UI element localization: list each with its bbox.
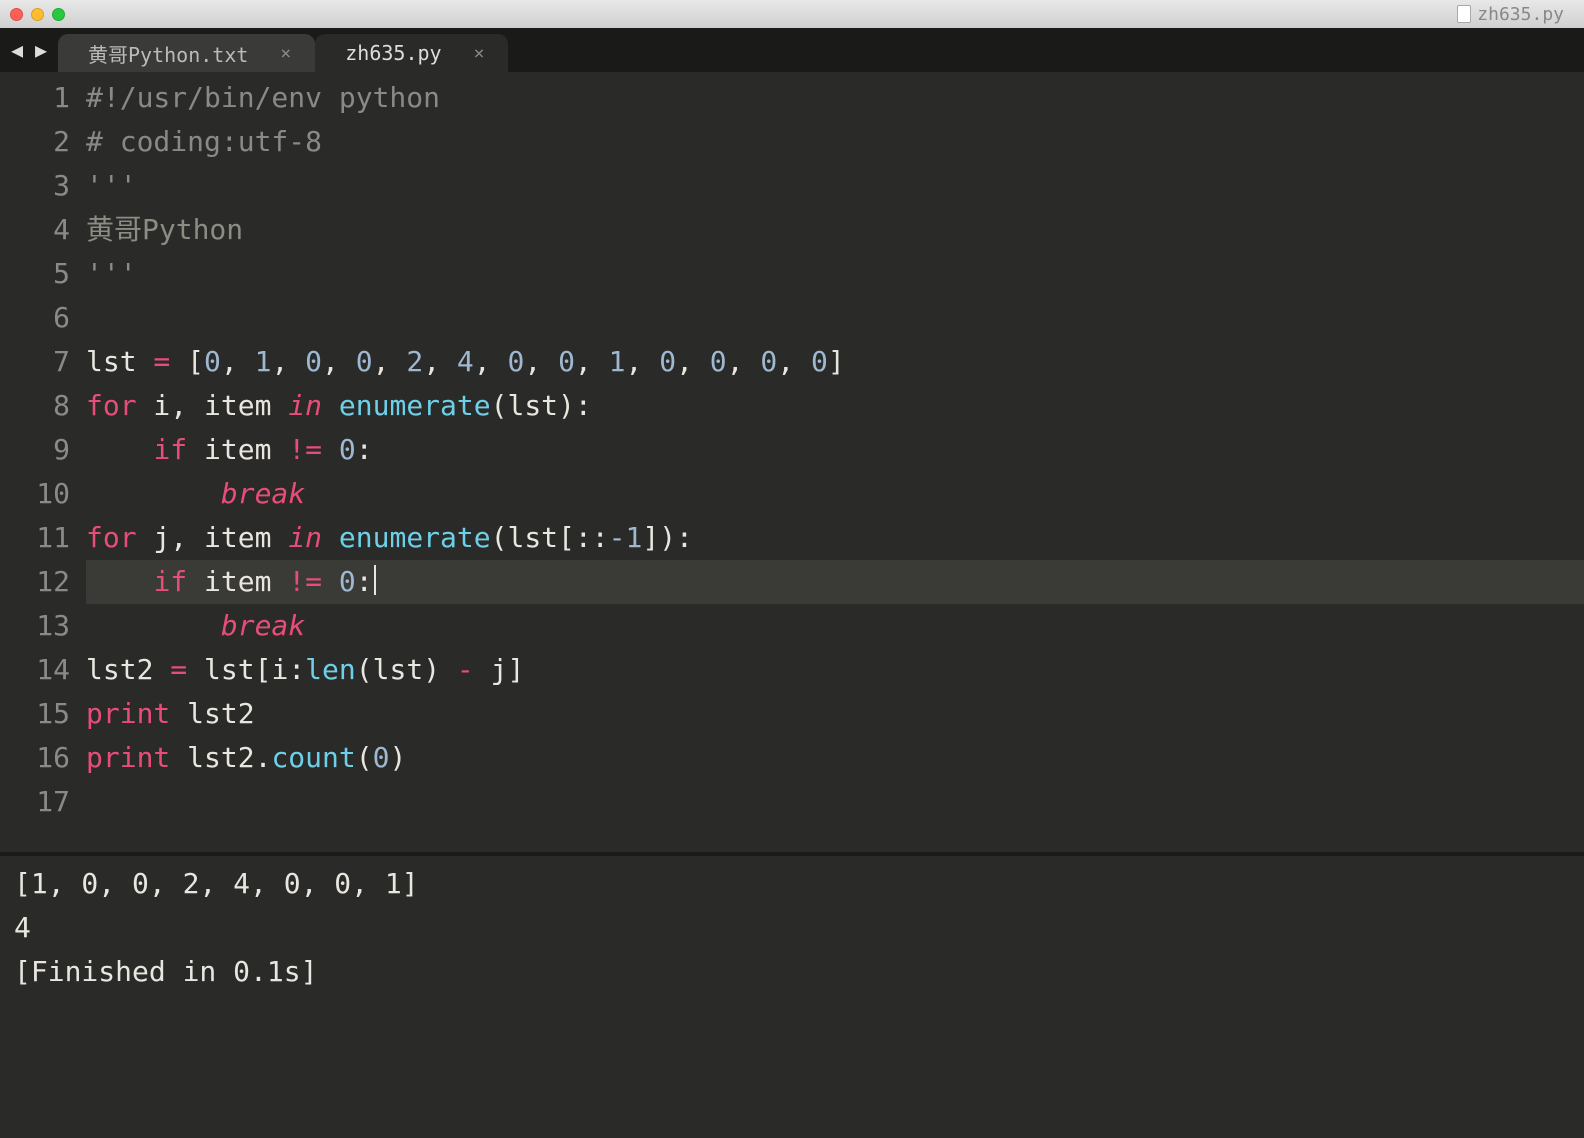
output-line: [1, 0, 0, 2, 4, 0, 0, 1] xyxy=(14,862,1570,906)
number-literal: 0 xyxy=(356,345,373,378)
line-number: 17 xyxy=(0,780,70,824)
close-tab-icon[interactable]: × xyxy=(280,43,291,64)
line-number: 9 xyxy=(0,428,70,472)
build-output-panel[interactable]: [1, 0, 0, 2, 4, 0, 0, 1] 4 [Finished in … xyxy=(0,856,1584,1138)
line-number: 16 xyxy=(0,736,70,780)
close-tab-icon[interactable]: × xyxy=(474,43,485,64)
tab-label: zh635.py xyxy=(345,41,441,65)
code-line: break xyxy=(86,604,1584,648)
line-number: 14 xyxy=(0,648,70,692)
line-number: 13 xyxy=(0,604,70,648)
number-literal: 0 xyxy=(305,345,322,378)
line-number: 1 xyxy=(0,76,70,120)
line-number: 15 xyxy=(0,692,70,736)
code-editor[interactable]: 1 2 3 4 5 6 7 8 9 10 11 12 13 14 15 16 1… xyxy=(0,72,1584,852)
number-literal: 0 xyxy=(760,345,777,378)
list-literal: 0, 1, 0, 0, 2, 4, 0, 0, 1, 0, 0, 0, 0 xyxy=(204,345,828,378)
number-literal: 1 xyxy=(255,345,272,378)
number-literal: 0 xyxy=(507,345,524,378)
code-line: for i, item in enumerate(lst): xyxy=(86,384,1584,428)
comma: , xyxy=(575,345,609,378)
comma: , xyxy=(271,345,305,378)
line-number: 2 xyxy=(0,120,70,164)
number-literal: 2 xyxy=(406,345,423,378)
line-number-gutter: 1 2 3 4 5 6 7 8 9 10 11 12 13 14 15 16 1… xyxy=(0,72,86,852)
code-line: # coding:utf-8 xyxy=(86,120,1584,164)
window-title-text: zh635.py xyxy=(1477,4,1564,25)
comma: , xyxy=(626,345,660,378)
output-line: [Finished in 0.1s] xyxy=(14,950,1570,994)
number-literal: 1 xyxy=(609,345,626,378)
line-number: 12 xyxy=(0,560,70,604)
code-line: 黄哥Python xyxy=(86,208,1584,252)
minimize-window-button[interactable] xyxy=(31,8,44,21)
code-line: print lst2.count(0) xyxy=(86,736,1584,780)
number-literal: 0 xyxy=(659,345,676,378)
document-icon xyxy=(1457,5,1471,23)
window-title: zh635.py xyxy=(1457,4,1564,25)
window-titlebar: zh635.py xyxy=(0,0,1584,28)
number-literal: 0 xyxy=(204,345,221,378)
output-line: 4 xyxy=(14,906,1570,950)
comma: , xyxy=(524,345,558,378)
code-area[interactable]: #!/usr/bin/env python # coding:utf-8 '''… xyxy=(86,72,1584,852)
code-line: if item != 0: xyxy=(86,428,1584,472)
code-line: ''' xyxy=(86,252,1584,296)
text-cursor xyxy=(374,565,376,595)
comma: , xyxy=(373,345,407,378)
code-line: #!/usr/bin/env python xyxy=(86,76,1584,120)
line-number: 3 xyxy=(0,164,70,208)
line-number: 10 xyxy=(0,472,70,516)
number-literal: 0 xyxy=(811,345,828,378)
code-line-current: if item != 0: xyxy=(86,560,1584,604)
nav-forward-button[interactable]: ▶ xyxy=(30,39,52,61)
code-line xyxy=(86,296,1584,340)
nav-back-button[interactable]: ◀ xyxy=(6,39,28,61)
tab-bar: ◀ ▶ 黄哥Python.txt × zh635.py × xyxy=(0,28,1584,72)
comma: , xyxy=(423,345,457,378)
comma: , xyxy=(727,345,761,378)
tab-label: 黄哥Python.txt xyxy=(88,39,248,68)
line-number: 6 xyxy=(0,296,70,340)
code-line: for j, item in enumerate(lst[::-1]): xyxy=(86,516,1584,560)
comma: , xyxy=(474,345,508,378)
code-line: print lst2 xyxy=(86,692,1584,736)
code-line: ''' xyxy=(86,164,1584,208)
maximize-window-button[interactable] xyxy=(52,8,65,21)
number-literal: 0 xyxy=(710,345,727,378)
line-number: 4 xyxy=(0,208,70,252)
line-number: 7 xyxy=(0,340,70,384)
comma: , xyxy=(676,345,710,378)
number-literal: 4 xyxy=(457,345,474,378)
tab-file-1[interactable]: 黄哥Python.txt × xyxy=(58,34,315,72)
comma: , xyxy=(322,345,356,378)
code-line: lst2 = lst[i:len(lst) - j] xyxy=(86,648,1584,692)
comma: , xyxy=(777,345,811,378)
code-line: break xyxy=(86,472,1584,516)
code-line: lst = [0, 1, 0, 0, 2, 4, 0, 0, 1, 0, 0, … xyxy=(86,340,1584,384)
tab-nav-arrows: ◀ ▶ xyxy=(0,28,58,72)
traffic-lights xyxy=(10,8,65,21)
comma: , xyxy=(221,345,255,378)
line-number: 5 xyxy=(0,252,70,296)
line-number: 11 xyxy=(0,516,70,560)
code-line xyxy=(86,780,1584,824)
line-number: 8 xyxy=(0,384,70,428)
tab-file-2[interactable]: zh635.py × xyxy=(315,34,508,72)
number-literal: 0 xyxy=(558,345,575,378)
close-window-button[interactable] xyxy=(10,8,23,21)
